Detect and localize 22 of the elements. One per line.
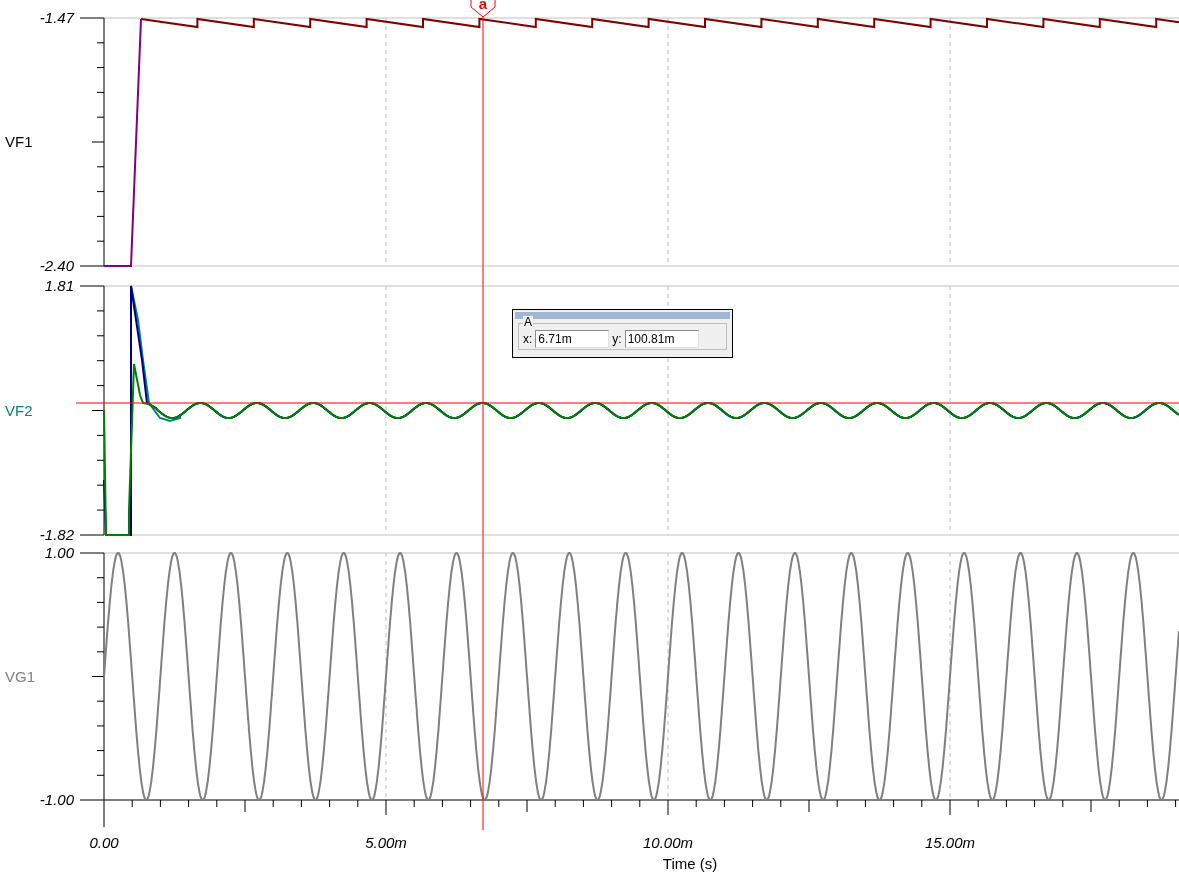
axis-max-label: 1.00 [44, 544, 74, 561]
y-value-field[interactable]: 100.81m [624, 329, 699, 348]
cursor-label: a [478, 0, 488, 12]
trace-label: VF1 [5, 133, 33, 150]
axis-min-label: -2.40 [39, 257, 74, 274]
x-axis-title: Time (s) [662, 855, 718, 872]
axis-min-label: -1.82 [39, 526, 74, 543]
x-value-field[interactable]: 6.71m [535, 329, 610, 348]
trace-label: VG1 [5, 667, 35, 685]
x-label: x: [523, 331, 533, 346]
group-label: A [523, 316, 533, 328]
x-tick-label: 10.00m [643, 834, 693, 851]
axis-min-label: -1.00 [39, 791, 74, 808]
y-label: y: [612, 331, 622, 346]
window-title-bar[interactable] [515, 312, 730, 319]
axis-max-label: -1.47 [39, 9, 74, 26]
trace-label: VF2 [5, 401, 33, 419]
x-tick-label: 15.00m [925, 834, 975, 851]
axis-max-label: 1.81 [44, 277, 74, 294]
x-tick-label: 5.00m [365, 834, 407, 851]
x-tick-label: 0.00 [89, 834, 119, 851]
cursor-flag[interactable] [470, 0, 496, 18]
